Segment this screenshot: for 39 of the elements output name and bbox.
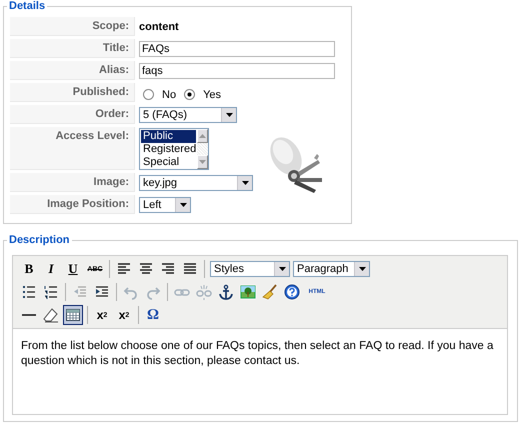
radio-button[interactable] — [143, 89, 154, 100]
italic-button[interactable]: I — [41, 259, 61, 279]
title-field[interactable]: FAQs — [139, 41, 335, 57]
radio-button[interactable] — [184, 89, 196, 100]
radio-label: Yes — [203, 88, 222, 100]
dropdown-arrow-icon — [226, 113, 232, 117]
anchor-icon[interactable] — [216, 282, 236, 302]
access-level-list[interactable]: Public Registered Special — [139, 128, 209, 170]
field-label: Alias: — [99, 64, 129, 78]
field-label: Order: — [95, 108, 129, 122]
section-legend: Description — [7, 233, 72, 247]
dropdown-arrow-icon — [278, 267, 286, 271]
bold-button[interactable]: B — [19, 259, 39, 279]
scope-value: content — [139, 21, 179, 33]
dropdown-arrow-icon — [242, 181, 248, 185]
field-label: Image: — [94, 176, 129, 190]
paragraph-dropdown[interactable]: Paragraph — [293, 261, 370, 277]
table-icon[interactable] — [63, 305, 83, 325]
field-label: Image Position: — [47, 198, 129, 212]
help-icon[interactable] — [282, 282, 302, 302]
image-position-dropdown[interactable]: Left — [139, 197, 191, 213]
alias-field[interactable]: faqs — [139, 63, 335, 79]
radio-label: No — [162, 88, 176, 100]
field-label: Title: — [102, 42, 129, 56]
image-dropdown[interactable]: key.jpg — [139, 175, 253, 191]
dropdown-arrow-icon — [180, 203, 186, 207]
list-option[interactable]: Registered — [141, 143, 196, 156]
superscript-button[interactable]: x$^{2}$ — [114, 305, 134, 325]
special-character-button[interactable]: Ω — [143, 305, 163, 325]
field-label: Published: — [72, 86, 129, 100]
dropdown-arrow-icon — [358, 267, 366, 271]
underline-button[interactable]: U — [63, 259, 83, 279]
list-option[interactable]: Special — [141, 156, 196, 169]
styles-dropdown[interactable]: Styles — [210, 261, 290, 277]
list-option[interactable]: Public — [141, 130, 196, 143]
description-text: From the list below choose one of our FAQs topics, then select an FAQ to read. If you have a question which is not in this section, please contact us. — [21, 339, 494, 369]
field-label: Scope: — [92, 20, 129, 34]
order-dropdown[interactable]: 5 (FAQs) — [139, 107, 237, 123]
field-label: Access Level: — [56, 130, 129, 144]
